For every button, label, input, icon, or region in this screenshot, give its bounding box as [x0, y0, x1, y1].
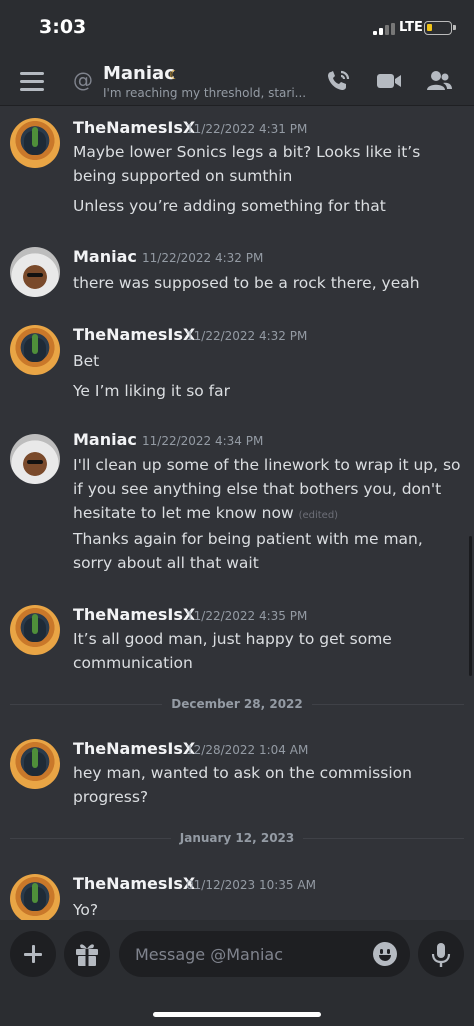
- avatar[interactable]: [10, 739, 60, 789]
- message-text-body: I'll clean up some of the linework to wr…: [73, 456, 461, 522]
- message-text: Ye I’m liking it so far: [73, 382, 231, 400]
- message-text: Yo?: [73, 901, 99, 919]
- avatar[interactable]: [10, 118, 60, 168]
- message-author[interactable]: TheNamesIsX: [73, 874, 195, 893]
- message-author[interactable]: TheNamesIsX: [73, 118, 195, 137]
- composer-bar: [0, 920, 474, 1026]
- message-text: there was supposed to be a rock there, y…: [73, 274, 420, 292]
- message-timestamp: 12/28/2022 1:04 AM: [186, 743, 309, 757]
- date-divider-label: December 28, 2022: [0, 697, 474, 711]
- status-time: 3:03: [39, 16, 87, 38]
- message-list[interactable]: TheNamesIsX 11/22/2022 4:31 PM Maybe low…: [0, 106, 474, 920]
- network-label: LTE: [399, 20, 423, 35]
- message-timestamp: 11/22/2022 4:32 PM: [186, 329, 308, 343]
- member-list-icon[interactable]: [425, 68, 453, 94]
- message-author[interactable]: Maniac: [73, 247, 137, 266]
- message-author[interactable]: TheNamesIsX: [73, 325, 195, 344]
- dm-title[interactable]: Maniac: [103, 63, 175, 84]
- date-divider-label: January 12, 2023: [0, 831, 474, 845]
- edited-label: (edited): [298, 510, 339, 521]
- phone-call-icon[interactable]: [325, 68, 353, 94]
- message-timestamp: 11/22/2022 4:31 PM: [186, 122, 308, 136]
- status-bar: 3:03 LTE: [0, 0, 474, 56]
- message-author[interactable]: TheNamesIsX: [73, 739, 195, 758]
- video-call-icon[interactable]: [375, 68, 403, 94]
- message-text: I'll clean up some of the linework to wr…: [73, 453, 465, 528]
- message-timestamp: 11/22/2022 4:32 PM: [142, 251, 264, 265]
- avatar[interactable]: [10, 605, 60, 655]
- channel-header: @ Maniac ☾ I'm reaching my threshold, st…: [0, 56, 474, 106]
- message-text: Unless you’re adding something for that: [73, 197, 386, 215]
- message-text: Thanks again for being patient with me m…: [73, 530, 423, 572]
- menu-icon[interactable]: [20, 71, 44, 91]
- home-indicator[interactable]: [153, 1012, 321, 1017]
- microphone-icon: [431, 943, 451, 967]
- message-author[interactable]: TheNamesIsX: [73, 605, 195, 624]
- voice-message-button[interactable]: [418, 931, 464, 977]
- message-timestamp: 11/22/2022 4:34 PM: [142, 434, 264, 448]
- message-input[interactable]: [119, 931, 410, 977]
- plus-icon: [10, 931, 56, 977]
- add-attachment-button[interactable]: [10, 931, 56, 977]
- emoji-icon[interactable]: [373, 942, 397, 966]
- scrollbar[interactable]: [469, 536, 472, 676]
- message-text: It’s all good man, just happy to get som…: [73, 630, 392, 672]
- avatar[interactable]: [10, 434, 60, 484]
- gift-button[interactable]: [64, 931, 110, 977]
- message-author[interactable]: Maniac: [73, 430, 137, 449]
- at-icon: @: [73, 68, 93, 92]
- message-timestamp: 01/12/2023 10:35 AM: [186, 878, 316, 892]
- avatar[interactable]: [10, 874, 60, 920]
- idle-status-icon: ☾: [169, 68, 180, 82]
- gift-icon: [76, 944, 98, 966]
- dm-custom-status: I'm reaching my threshold, stari...: [103, 86, 307, 100]
- message-text: hey man, wanted to ask on the commission…: [73, 764, 412, 806]
- message-timestamp: 11/22/2022 4:35 PM: [186, 609, 308, 623]
- battery-icon: [424, 21, 456, 35]
- avatar[interactable]: [10, 247, 60, 297]
- avatar[interactable]: [10, 325, 60, 375]
- message-text: Maybe lower Sonics legs a bit? Looks lik…: [73, 143, 421, 185]
- signal-icon: [373, 23, 395, 35]
- message-text: Bet: [73, 352, 100, 370]
